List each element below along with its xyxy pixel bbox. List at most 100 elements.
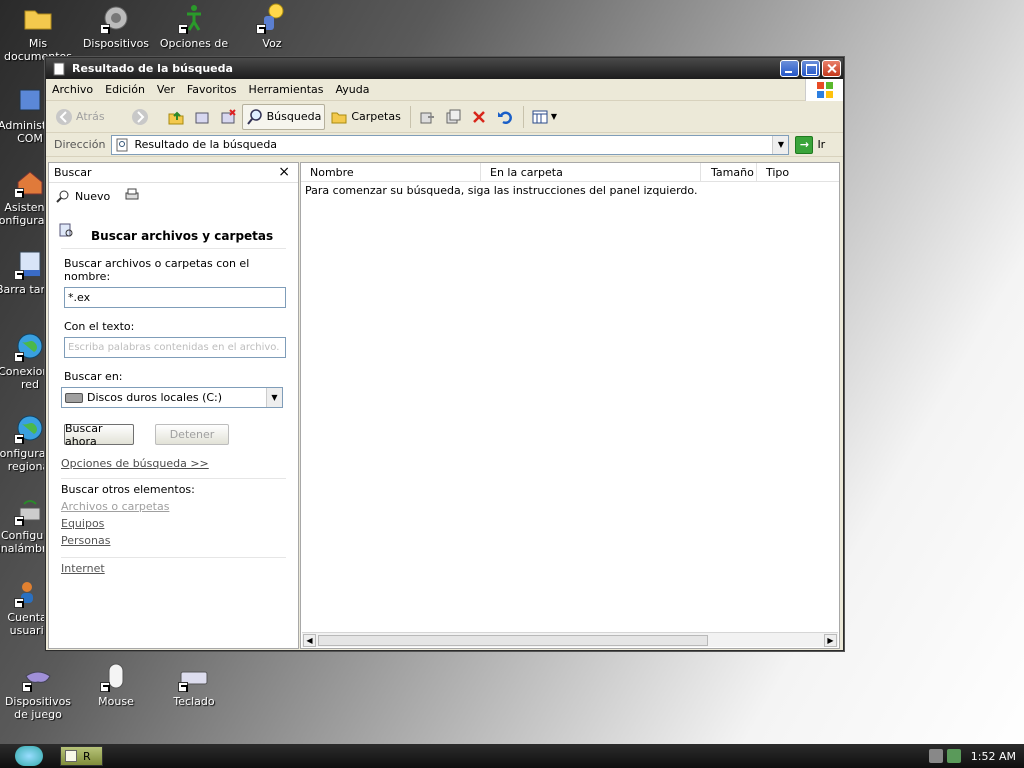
- wireless-tray-icon[interactable]: [946, 749, 961, 763]
- search-files-title: Buscar archivos y carpetas: [59, 223, 286, 249]
- go-arrow-icon: →: [795, 135, 814, 154]
- search-pane: Buscar × Nuevo Buscar archivos y carpeta…: [48, 162, 299, 649]
- column-type[interactable]: Tipo: [757, 163, 839, 182]
- back-button[interactable]: Atrás: [52, 104, 108, 130]
- menu-ver[interactable]: Ver: [151, 83, 181, 96]
- taskbar-window-button[interactable]: R: [60, 746, 103, 766]
- copy-button[interactable]: [441, 104, 465, 130]
- search-pane-title: Buscar: [54, 166, 92, 179]
- results-list: Nombre En la carpeta Tamaño Tipo Para co…: [300, 162, 840, 649]
- desktop-icon-mouse[interactable]: Mouse: [78, 660, 154, 708]
- desktop-icon-label: Dispositivos de sonido: [82, 37, 150, 50]
- menu-herramientas[interactable]: Herramientas: [243, 83, 330, 96]
- menu-favoritos[interactable]: Favoritos: [181, 83, 243, 96]
- scroll-right-icon[interactable]: ▶: [824, 634, 837, 647]
- folders-button[interactable]: Carpetas: [327, 104, 403, 130]
- column-size[interactable]: Tamaño: [701, 162, 757, 182]
- maximize-button[interactable]: [801, 60, 820, 77]
- delete-button[interactable]: [467, 104, 491, 130]
- scroll-left-icon[interactable]: ◀: [303, 634, 316, 647]
- chevron-down-icon: ▼: [550, 112, 557, 121]
- search-options-link[interactable]: Opciones de búsqueda >>: [61, 457, 286, 479]
- close-pane-icon[interactable]: ×: [278, 164, 290, 180]
- address-bar: Dirección Resultado de la búsqueda ▼ → I…: [46, 133, 843, 157]
- go-button[interactable]: → Ir: [795, 135, 825, 154]
- link-files-folders[interactable]: Archivos o carpetas: [61, 500, 286, 513]
- search-pane-tools: Nuevo: [49, 183, 298, 209]
- desktop-icon-label: Dispositivos de juego: [4, 695, 72, 721]
- minimize-button[interactable]: [780, 60, 799, 77]
- undo-button[interactable]: [493, 104, 517, 130]
- menu-edicion[interactable]: Edición: [99, 83, 151, 96]
- scrollbar-thumb[interactable]: [318, 635, 708, 646]
- admin-icon: [14, 84, 46, 116]
- wizard-icon: [14, 166, 46, 198]
- move-to-button[interactable]: [190, 104, 214, 130]
- desktop-icon-voz[interactable]: Voz: [234, 2, 310, 50]
- desktop-icon-juego[interactable]: Dispositivos de juego: [0, 660, 76, 721]
- filename-input[interactable]: *.ex: [64, 287, 286, 308]
- chevron-down-icon: ▼: [777, 140, 785, 149]
- close-button[interactable]: [822, 60, 841, 77]
- copy-icon: [446, 109, 461, 123]
- network-icon[interactable]: [928, 749, 943, 763]
- print-button[interactable]: [124, 187, 140, 206]
- printer-icon: [125, 188, 139, 199]
- delete-folder-button[interactable]: [216, 104, 240, 130]
- address-dropdown-button[interactable]: ▼: [772, 135, 789, 154]
- search-pane-header: Buscar ×: [49, 163, 298, 183]
- text-input[interactable]: Escriba palabras contenidas en el archiv…: [64, 337, 286, 358]
- look-in-select[interactable]: Discos duros locales (C:) ▼: [61, 387, 283, 408]
- other-elements-label: Buscar otros elementos:: [61, 483, 195, 496]
- delete-icon: [472, 110, 485, 123]
- desktop-icon-accesibilidad[interactable]: Opciones de accesibilidad: [156, 2, 232, 50]
- move-icon: [420, 112, 434, 123]
- menu-archivo[interactable]: Archivo: [46, 83, 99, 96]
- new-search-button[interactable]: Nuevo: [55, 188, 110, 204]
- desktop-icon-label: Voz: [262, 37, 282, 50]
- desktop-icon-teclado[interactable]: Teclado: [156, 660, 232, 708]
- search-now-button[interactable]: Buscar ahora: [64, 422, 134, 448]
- folder-icon: [22, 2, 54, 34]
- taskbar-window-label: R: [83, 749, 91, 763]
- speech-icon: [256, 2, 288, 34]
- forward-button[interactable]: [128, 104, 152, 130]
- start-button[interactable]: [15, 746, 43, 766]
- column-folder[interactable]: En la carpeta: [481, 162, 701, 182]
- toolbar-separator: [409, 105, 411, 128]
- move-button[interactable]: [415, 104, 439, 130]
- stop-button[interactable]: Detener: [155, 424, 229, 445]
- system-tray: 1:52 AM: [924, 744, 1024, 768]
- link-computers[interactable]: Equipos: [61, 517, 286, 530]
- link-internet[interactable]: Internet: [61, 557, 286, 575]
- name-field-label: Buscar archivos o carpetas con el nombre…: [64, 257, 250, 283]
- look-in-label: Buscar en:: [64, 370, 123, 383]
- search-icon: [246, 108, 262, 125]
- search-results-icon: [116, 138, 128, 151]
- search-label: Búsqueda: [266, 110, 322, 123]
- menu-ayuda[interactable]: Ayuda: [329, 83, 375, 96]
- views-button[interactable]: ▼: [528, 104, 560, 130]
- search-results-window: Resultado de la búsqueda Archivo Edición…: [45, 57, 844, 651]
- toolbar-separator: [522, 105, 524, 128]
- title-bar[interactable]: Resultado de la búsqueda: [46, 58, 843, 79]
- desktop-icon-label: Teclado: [173, 695, 215, 708]
- desktop-icon-label: Mouse: [98, 695, 134, 708]
- up-folder-button[interactable]: [164, 104, 188, 130]
- horizontal-scrollbar[interactable]: ◀ ▶: [302, 632, 838, 647]
- desktop-icon-dispositivos-sonido[interactable]: Dispositivos de sonido: [78, 2, 154, 50]
- column-name[interactable]: Nombre: [301, 162, 481, 182]
- desktop-icon-mis-documentos[interactable]: Mis documentos: [0, 2, 76, 63]
- look-in-dropdown-button[interactable]: ▼: [266, 388, 282, 407]
- search-button[interactable]: Búsqueda: [241, 103, 326, 130]
- accessibility-icon: [178, 2, 210, 34]
- back-label: Atrás: [76, 110, 105, 123]
- link-people[interactable]: Personas: [61, 534, 286, 547]
- address-field[interactable]: Resultado de la búsqueda ▼: [111, 134, 790, 155]
- taskbar-icon: [14, 248, 46, 280]
- search-buttons: Buscar ahora Detener: [64, 422, 286, 448]
- undo-icon: [497, 111, 512, 124]
- clock: 1:52 AM: [970, 749, 1016, 763]
- menu-bar: Archivo Edición Ver Favoritos Herramient…: [46, 79, 843, 101]
- search-options-label: Opciones de búsqueda >>: [61, 457, 209, 470]
